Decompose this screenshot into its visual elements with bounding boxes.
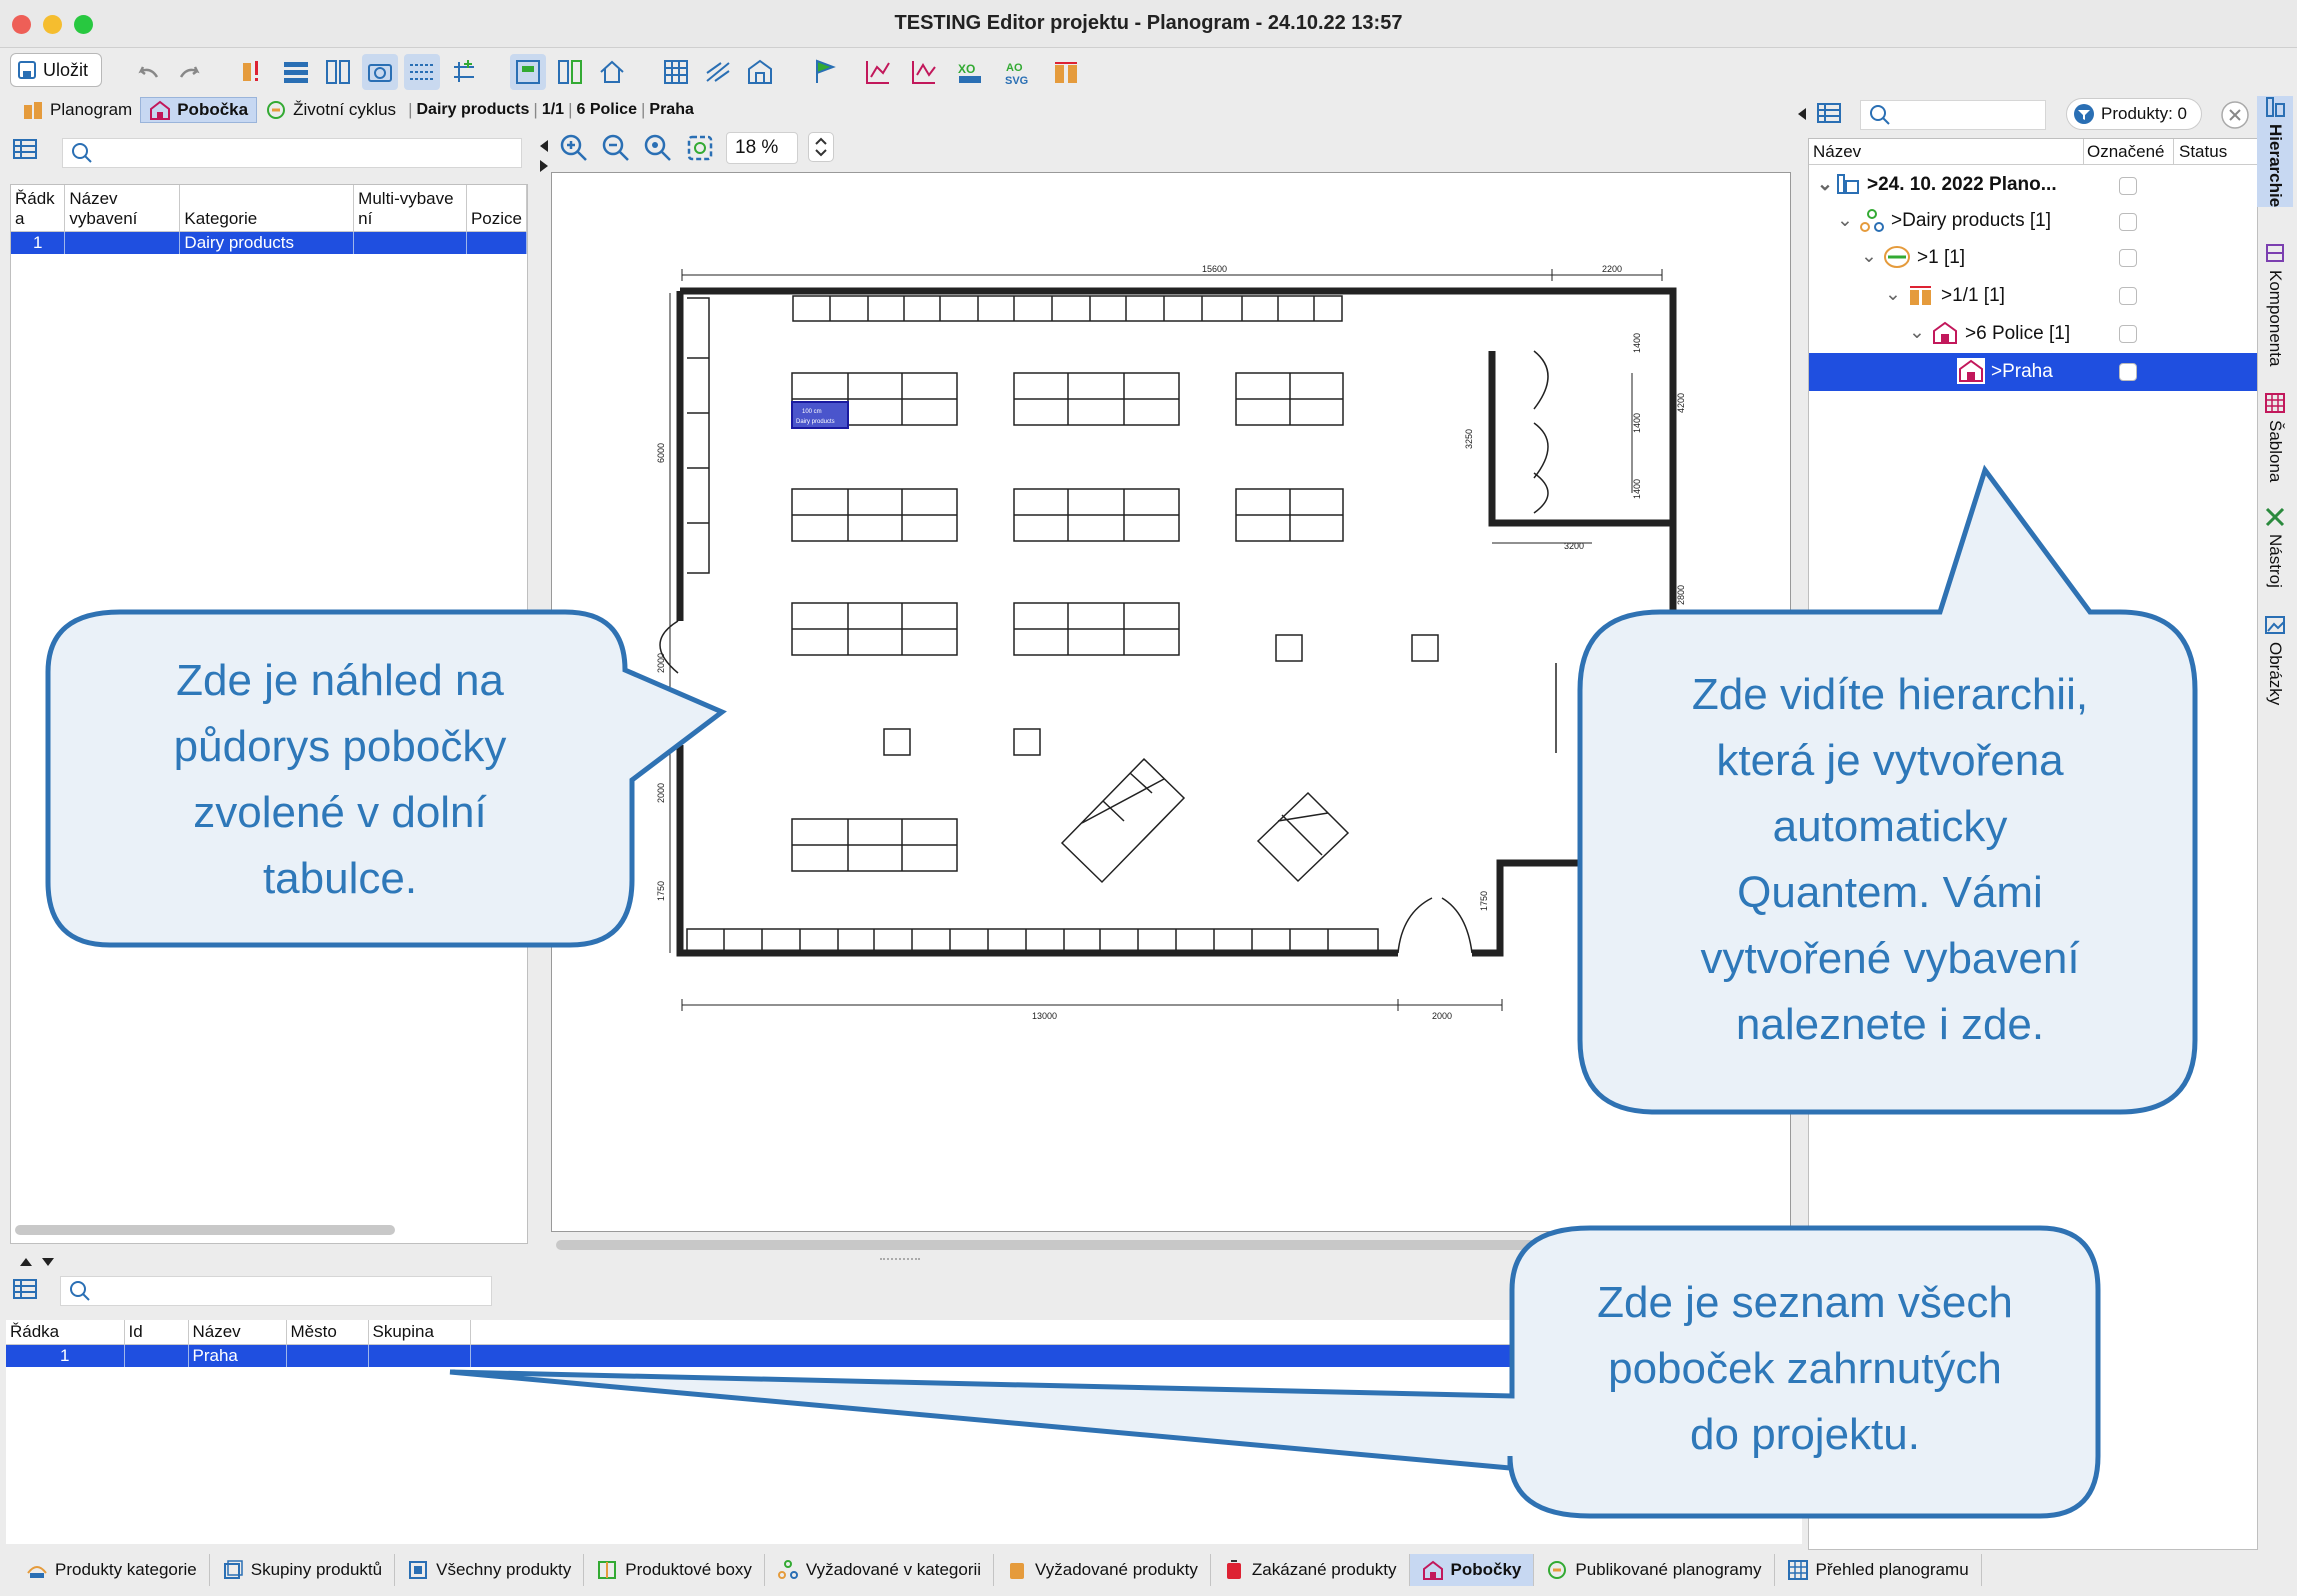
- callout-line: půdorys pobočky: [173, 722, 507, 771]
- callout-line: Quantem. Vámi: [1737, 868, 2043, 917]
- tab-prehled-planogramu[interactable]: Přehled planogramu: [1775, 1554, 1982, 1586]
- tab-zakazane-produkty[interactable]: Zakázané produkty: [1211, 1554, 1410, 1586]
- required-category-icon: [777, 1560, 798, 1579]
- tab-skupiny-produktu[interactable]: Skupiny produktů: [210, 1554, 396, 1586]
- all-products-icon: [409, 1561, 428, 1579]
- product-boxes-icon: [598, 1561, 617, 1579]
- tab-publikovane-planogramy[interactable]: Publikované planogramy: [1534, 1554, 1775, 1586]
- callout-line: poboček zahrnutých: [1608, 1344, 2002, 1393]
- store-pink-icon: [1422, 1560, 1443, 1580]
- tab-label: Pobočky: [1450, 1560, 1522, 1579]
- callout-line: naleznete i zde.: [1735, 1000, 2045, 1049]
- callout-line: která je vytvořena: [1716, 736, 2064, 785]
- callout-left-text: Zde je náhled na půdorys pobočky zvolené…: [60, 648, 620, 912]
- tab-vyzadovane-v-kategorii[interactable]: Vyžadované v kategorii: [765, 1554, 995, 1586]
- callout-line: Zde vidíte hierarchii,: [1691, 670, 2089, 719]
- tab-label: Přehled planogramu: [1815, 1560, 1969, 1579]
- tab-label: Vyžadované produkty: [1035, 1560, 1198, 1579]
- callout-line: tabulce.: [262, 854, 418, 903]
- tab-label: Skupiny produktů: [250, 1560, 383, 1579]
- forbidden-products-icon: [1226, 1560, 1241, 1579]
- callout-right-text: Zde vidíte hierarchii, která je vytvořen…: [1590, 662, 2190, 1058]
- published-planograms-icon: [1548, 1561, 1567, 1579]
- tab-label: Produkty kategorie: [55, 1560, 197, 1579]
- product-groups-icon: [223, 1560, 243, 1579]
- tab-label: Vyžadované v kategorii: [805, 1560, 982, 1579]
- category-products-icon: [27, 1566, 47, 1578]
- callout-line: Zde je seznam všech: [1597, 1278, 2013, 1327]
- tab-produktove-boxy[interactable]: Produktové boxy: [584, 1554, 765, 1586]
- callout-bottom-text: Zde je seznam všech poboček zahrnutých d…: [1520, 1270, 2090, 1468]
- tab-label: Produktové boxy: [625, 1560, 752, 1579]
- tab-vyzadovane-produkty[interactable]: Vyžadované produkty: [994, 1554, 1211, 1586]
- bottom-tabs: Produkty kategorie Skupiny produktů Všec…: [0, 1550, 2240, 1590]
- required-products-icon: [1010, 1563, 1025, 1579]
- callout-line: zvolené v dolní: [193, 788, 487, 837]
- callout-line: Zde je náhled na: [176, 656, 504, 705]
- callout-line: automaticky: [1772, 802, 2008, 851]
- tab-label: Všechny produkty: [436, 1560, 572, 1579]
- tab-vsechny-produkty[interactable]: Všechny produkty: [395, 1554, 585, 1586]
- tab-pobocky[interactable]: Pobočky: [1409, 1554, 1535, 1586]
- planogram-overview-icon: [1787, 1560, 1808, 1580]
- callout-line: vytvořené vybavení: [1700, 934, 2080, 983]
- tab-produkty-kategorie[interactable]: Produkty kategorie: [14, 1554, 210, 1586]
- tab-label: Publikované planogramy: [1575, 1560, 1762, 1579]
- tab-label: Zakázané produkty: [1251, 1560, 1397, 1579]
- callout-line: do projektu.: [1690, 1410, 1920, 1459]
